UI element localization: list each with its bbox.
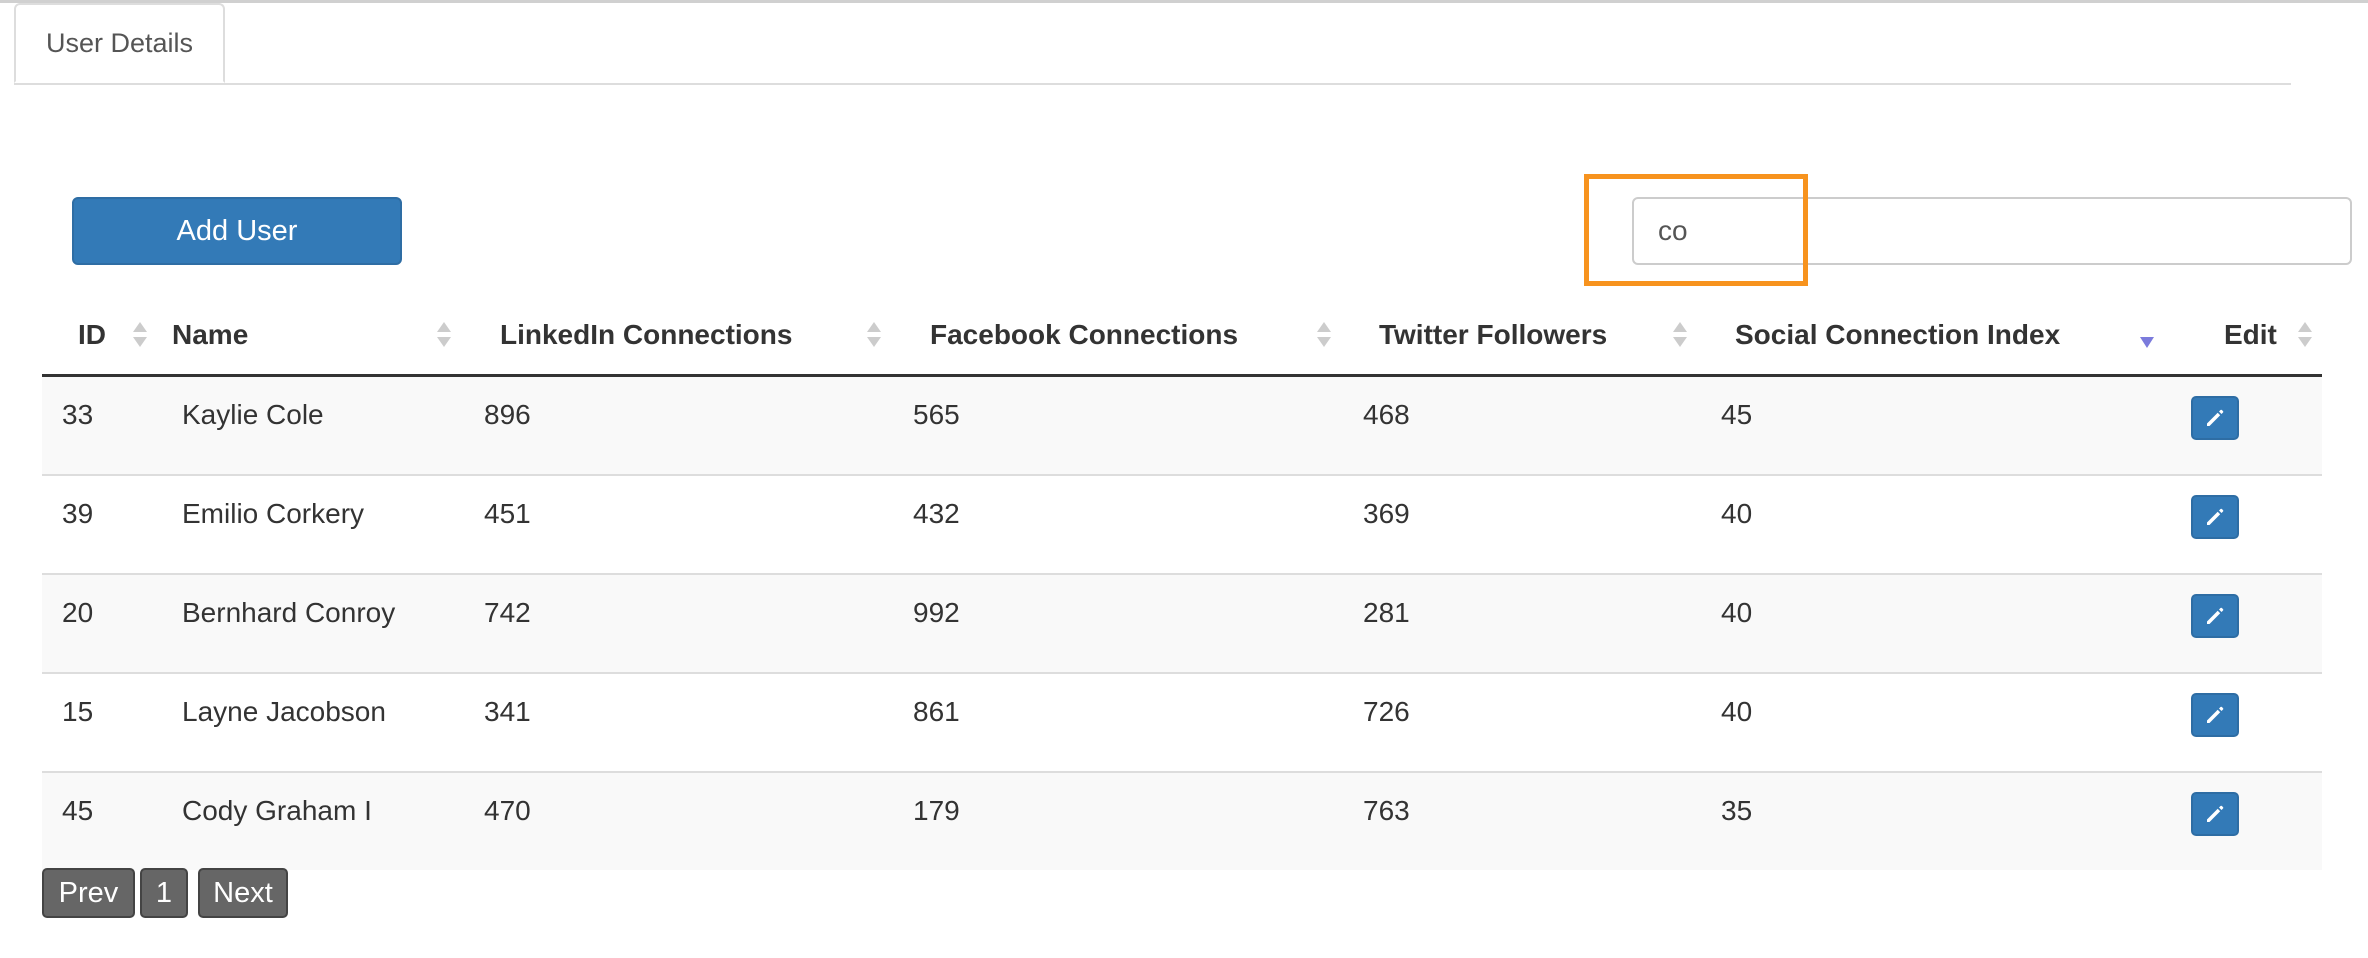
cell-twitter-followers: 281 xyxy=(1363,596,1410,628)
cell-id: 33 xyxy=(62,398,94,430)
edit-row-button[interactable] xyxy=(2191,792,2239,836)
pencil-icon xyxy=(2203,406,2227,430)
column-header-social-connection-index[interactable]: Social Connection Index xyxy=(1735,296,2060,374)
column-header-edit[interactable]: Edit xyxy=(2224,296,2277,374)
table-body: 33 Kaylie Cole 896 565 468 45 39 Emilio Corkery… xyxy=(42,377,2322,870)
cell-twitter-followers: 369 xyxy=(1363,497,1410,529)
cell-id: 15 xyxy=(62,695,94,727)
table-header: ID Name LinkedIn Connections Facebook Conne… xyxy=(42,296,2322,377)
column-header-id[interactable]: ID xyxy=(78,296,106,374)
cell-linkedin-connections: 341 xyxy=(484,695,531,727)
pencil-icon xyxy=(2203,703,2227,727)
cell-name: Emilio Corkery xyxy=(182,497,365,529)
sort-arrows-icon[interactable] xyxy=(1672,320,1688,350)
sort-arrows-icon[interactable] xyxy=(866,320,882,350)
cell-linkedin-connections: 896 xyxy=(484,398,531,430)
pencil-icon xyxy=(2203,802,2227,826)
top-border xyxy=(0,0,2368,3)
cell-name: Bernhard Conroy xyxy=(182,596,396,628)
cell-social-connection-index: 35 xyxy=(1721,794,1753,826)
table-row: 33 Kaylie Cole 896 565 468 45 xyxy=(42,377,2322,476)
next-page-button[interactable]: Next xyxy=(198,868,288,918)
add-user-button[interactable]: Add User xyxy=(72,197,402,265)
cell-id: 39 xyxy=(62,497,94,529)
sort-arrows-icon[interactable] xyxy=(2139,320,2155,350)
cell-facebook-connections: 992 xyxy=(913,596,960,628)
cell-social-connection-index: 40 xyxy=(1721,497,1753,529)
page-1-button[interactable]: 1 xyxy=(140,868,188,918)
edit-row-button[interactable] xyxy=(2191,594,2239,638)
table-row: 45 Cody Graham I 470 179 763 35 xyxy=(42,773,2322,870)
pencil-icon xyxy=(2203,604,2227,628)
pencil-icon xyxy=(2203,505,2227,529)
edit-row-button[interactable] xyxy=(2191,693,2239,737)
sort-arrows-icon[interactable] xyxy=(2297,320,2313,350)
cell-social-connection-index: 40 xyxy=(1721,596,1753,628)
cell-linkedin-connections: 742 xyxy=(484,596,531,628)
cell-linkedin-connections: 470 xyxy=(484,794,531,826)
cell-id: 20 xyxy=(62,596,94,628)
cell-facebook-connections: 432 xyxy=(913,497,960,529)
cell-name: Kaylie Cole xyxy=(182,398,324,430)
search-input[interactable] xyxy=(1632,197,2352,265)
cell-name: Cody Graham I xyxy=(182,794,372,826)
cell-facebook-connections: 565 xyxy=(913,398,960,430)
cell-name: Layne Jacobson xyxy=(182,695,386,727)
edit-row-button[interactable] xyxy=(2191,396,2239,440)
tab-user-details[interactable]: User Details xyxy=(14,3,225,83)
sort-arrows-icon[interactable] xyxy=(1316,320,1332,350)
cell-facebook-connections: 861 xyxy=(913,695,960,727)
cell-social-connection-index: 40 xyxy=(1721,695,1753,727)
cell-id: 45 xyxy=(62,794,94,826)
table-row: 20 Bernhard Conroy 742 992 281 40 xyxy=(42,575,2322,674)
cell-twitter-followers: 763 xyxy=(1363,794,1410,826)
table-row: 39 Emilio Corkery 451 432 369 40 xyxy=(42,476,2322,575)
users-table: ID Name LinkedIn Connections Facebook Conne… xyxy=(42,296,2322,870)
sort-arrows-icon[interactable] xyxy=(132,320,148,350)
column-header-twitter-followers[interactable]: Twitter Followers xyxy=(1379,296,1607,374)
column-header-facebook-connections[interactable]: Facebook Connections xyxy=(930,296,1238,374)
prev-page-button[interactable]: Prev xyxy=(42,868,135,918)
cell-linkedin-connections: 451 xyxy=(484,497,531,529)
tab-bar-divider xyxy=(14,83,2291,85)
sort-arrows-icon[interactable] xyxy=(436,320,452,350)
cell-social-connection-index: 45 xyxy=(1721,398,1753,430)
table-row: 15 Layne Jacobson 341 861 726 40 xyxy=(42,674,2322,773)
column-header-linkedin-connections[interactable]: LinkedIn Connections xyxy=(500,296,792,374)
cell-facebook-connections: 179 xyxy=(913,794,960,826)
column-header-name[interactable]: Name xyxy=(172,296,248,374)
cell-twitter-followers: 726 xyxy=(1363,695,1410,727)
edit-row-button[interactable] xyxy=(2191,495,2239,539)
cell-twitter-followers: 468 xyxy=(1363,398,1410,430)
